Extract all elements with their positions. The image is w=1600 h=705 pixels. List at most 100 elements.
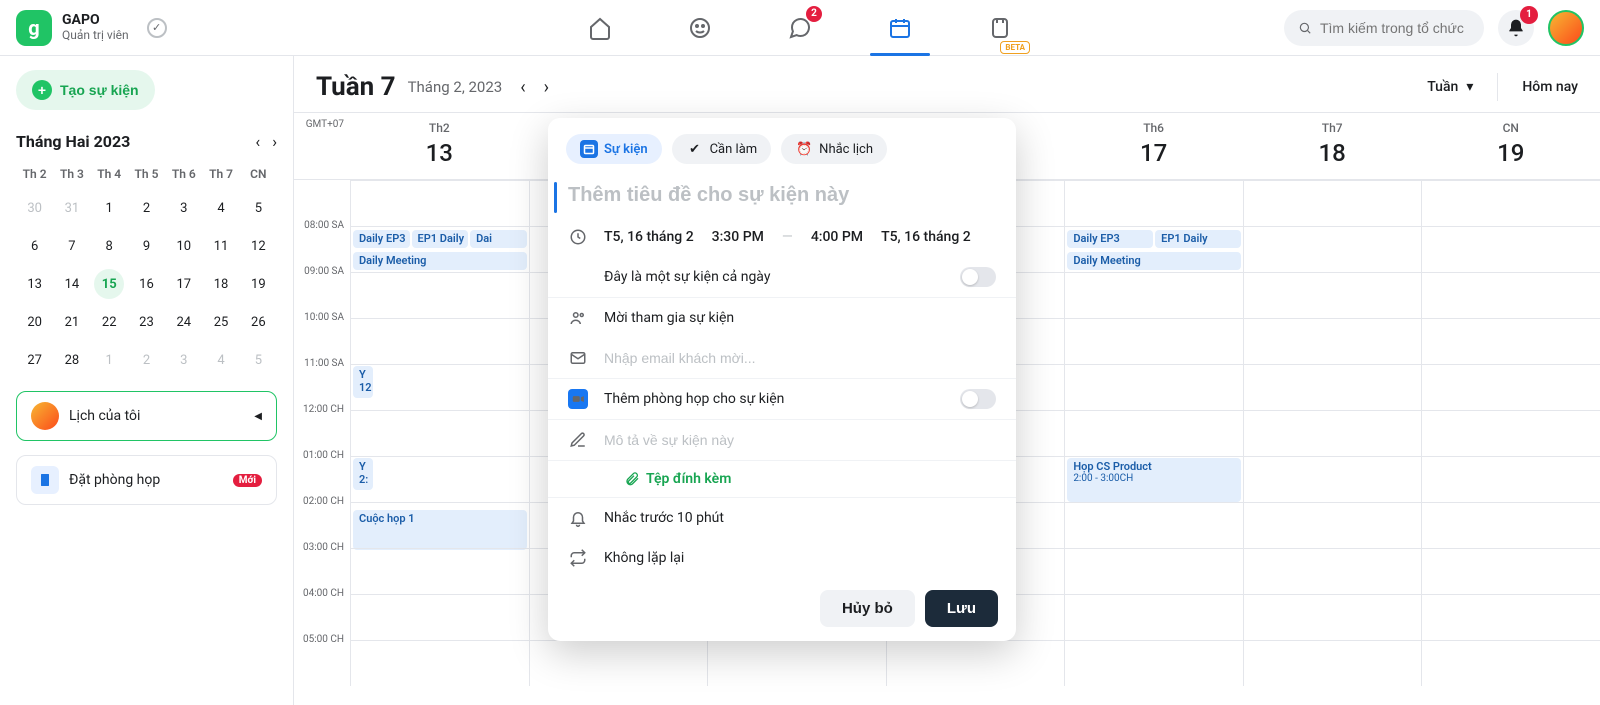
calendar-event[interactable]: Daily EP3	[353, 230, 410, 248]
modal-end-date[interactable]: T5, 16 tháng 2	[881, 229, 971, 245]
mini-calendar-day[interactable]: 2	[131, 345, 161, 375]
calendar-event[interactable]: Họp CS Product2:00 - 3:00CH	[1067, 458, 1241, 502]
modal-room-label: Thêm phòng họp cho sự kiện	[604, 391, 784, 407]
day-column[interactable]: Daily EP3EP1 DailyDai Daily Meeting Y12 Y2:…	[350, 180, 529, 686]
calendar-event[interactable]: EP1 Daily	[1155, 230, 1241, 248]
mini-calendar-day[interactable]: 20	[20, 307, 50, 337]
mini-calendar-day[interactable]: 1	[94, 345, 124, 375]
week-prev[interactable]: ‹	[520, 77, 525, 98]
sidebar-book-room[interactable]: Đặt phòng họp Mới	[16, 455, 277, 505]
modal-email-input[interactable]	[604, 350, 996, 366]
day-header[interactable]: CN19	[1421, 113, 1600, 179]
mini-calendar-day[interactable]: 21	[57, 307, 87, 337]
calendar-event[interactable]: Daily EP3	[1067, 230, 1153, 248]
mini-calendar-day[interactable]: 7	[57, 231, 87, 261]
hour-label: 08:00 SA	[294, 220, 350, 266]
day-column[interactable]	[1421, 180, 1600, 686]
calendar-event[interactable]: Dai	[470, 230, 527, 248]
mini-calendar-day[interactable]: 10	[169, 231, 199, 261]
mini-calendar-day[interactable]: 3	[169, 193, 199, 223]
day-header[interactable]: Th718	[1243, 113, 1422, 179]
mini-calendar-day[interactable]: 28	[57, 345, 87, 375]
mini-calendar-day[interactable]: 30	[20, 193, 50, 223]
view-select[interactable]: Tuần ▾	[1417, 73, 1483, 101]
mini-calendar-day[interactable]: 11	[206, 231, 236, 261]
today-button[interactable]: Hôm nay	[1497, 73, 1578, 101]
mini-calendar-day[interactable]: 4	[206, 345, 236, 375]
mini-calendar-day[interactable]: 27	[20, 345, 50, 375]
modal-tab-todo-label: Cần làm	[710, 142, 758, 157]
modal-end-time[interactable]: 4:00 PM	[811, 229, 863, 245]
modal-event-title-input[interactable]	[568, 178, 996, 213]
cancel-button[interactable]: Hủy bỏ	[820, 590, 915, 627]
search-input[interactable]	[1320, 20, 1470, 36]
bell-outline-icon	[568, 508, 588, 528]
modal-repeat-row[interactable]: Không lặp lại	[548, 538, 1016, 578]
mini-calendar-day[interactable]: 5	[243, 193, 273, 223]
modal-start-time[interactable]: 3:30 PM	[712, 229, 764, 245]
modal-remind-row[interactable]: Nhắc trước 10 phút	[548, 497, 1016, 538]
notifications-button[interactable]: 1	[1498, 10, 1534, 46]
mini-calendar-day[interactable]: 22	[94, 307, 124, 337]
mini-calendar-day[interactable]: 8	[94, 231, 124, 261]
day-name: Th7	[1243, 121, 1422, 135]
mini-calendar-day[interactable]: 15	[94, 269, 124, 299]
save-button[interactable]: Lưu	[925, 590, 998, 627]
modal-allday-toggle[interactable]	[960, 267, 996, 287]
modal-tab-event[interactable]: Sự kiện	[566, 134, 662, 164]
mini-calendar-day[interactable]: 17	[169, 269, 199, 299]
mini-calendar-day[interactable]: 1	[94, 193, 124, 223]
week-next[interactable]: ›	[544, 77, 549, 98]
nav-apps[interactable]: BETA	[970, 6, 1030, 50]
mini-calendar-day[interactable]: 18	[206, 269, 236, 299]
modal-description-input[interactable]	[604, 432, 996, 448]
mini-calendar: Th 2Th 3Th 4Th 5Th 6Th 7CN30311234567891…	[16, 161, 277, 377]
create-event-button[interactable]: + Tạo sự kiện	[16, 70, 155, 110]
mini-calendar-day[interactable]: 25	[206, 307, 236, 337]
modal-start-date[interactable]: T5, 16 tháng 2	[604, 229, 694, 245]
modal-tab-reminder[interactable]: ⏰ Nhắc lịch	[781, 134, 887, 164]
mini-calendar-day[interactable]: 19	[243, 269, 273, 299]
calendar-event[interactable]: Cuộc họp 1	[353, 510, 527, 550]
mini-calendar-day[interactable]: 5	[243, 345, 273, 375]
hours-column: 08:00 SA09:00 SA10:00 SA11:00 SA12:00 CH…	[294, 180, 350, 686]
modal-room-toggle[interactable]	[960, 389, 996, 409]
nav-people[interactable]	[670, 6, 730, 50]
calendar-event[interactable]: Daily Meeting	[353, 252, 527, 270]
user-avatar[interactable]	[1548, 10, 1584, 46]
mini-calendar-day[interactable]: 12	[243, 231, 273, 261]
day-header[interactable]: Th617	[1064, 113, 1243, 179]
mini-calendar-day[interactable]: 24	[169, 307, 199, 337]
calendar-event[interactable]: EP1 Daily	[412, 230, 469, 248]
mini-calendar-day[interactable]: 26	[243, 307, 273, 337]
calendar-event[interactable]: Y2:	[353, 458, 373, 490]
mini-calendar-next[interactable]: ›	[272, 132, 277, 151]
day-header[interactable]: Th213	[350, 113, 529, 179]
mini-calendar-day[interactable]: 6	[20, 231, 50, 261]
mini-calendar-dow: CN	[240, 161, 277, 187]
nav-calendar[interactable]	[870, 6, 930, 50]
mini-calendar-day[interactable]: 16	[131, 269, 161, 299]
mini-calendar-day[interactable]: 9	[131, 231, 161, 261]
mini-calendar-day[interactable]: 14	[57, 269, 87, 299]
nav-chat[interactable]: 2	[770, 6, 830, 50]
mini-calendar-day[interactable]: 23	[131, 307, 161, 337]
mini-calendar-day[interactable]: 3	[169, 345, 199, 375]
modal-attachment-row[interactable]: Tệp đính kèm	[548, 460, 1016, 497]
mini-calendar-day[interactable]: 13	[20, 269, 50, 299]
search-box[interactable]	[1284, 10, 1484, 46]
day-column[interactable]: Daily EP3EP1 Daily Daily Meeting Họp CS Pr…	[1064, 180, 1243, 686]
calendar-event[interactable]: Daily Meeting	[1067, 252, 1241, 270]
sidebar-my-calendar[interactable]: Lịch của tôi ◀	[16, 391, 277, 441]
nav-home[interactable]	[570, 6, 630, 50]
mini-calendar-day[interactable]: 4	[206, 193, 236, 223]
brand[interactable]: g GAPO Quản trị viên	[16, 10, 129, 46]
mini-calendar-day[interactable]: 2	[131, 193, 161, 223]
mini-calendar-prev[interactable]: ‹	[255, 132, 260, 151]
verified-icon[interactable]: ✓	[147, 18, 167, 38]
calendar-event[interactable]: Y12	[353, 366, 373, 398]
modal-time-values[interactable]: T5, 16 tháng 2 3:30 PM — 4:00 PM T5, 16 …	[604, 229, 971, 245]
modal-tab-todo[interactable]: ✔ Cần làm	[672, 134, 772, 164]
mini-calendar-day[interactable]: 31	[57, 193, 87, 223]
day-column[interactable]	[1243, 180, 1422, 686]
